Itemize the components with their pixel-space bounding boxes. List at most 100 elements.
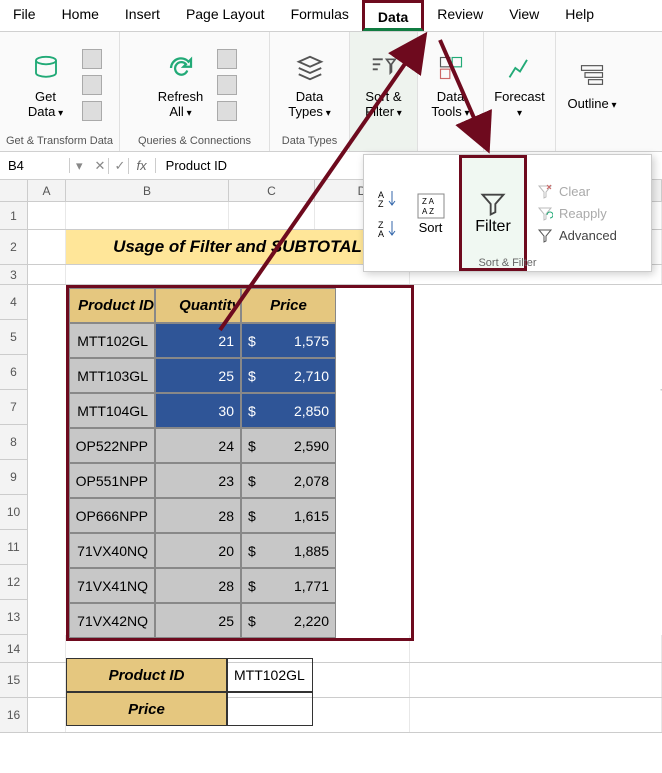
row-head[interactable]: 7	[0, 390, 28, 425]
cell-price[interactable]: $1,575	[241, 323, 336, 358]
table-row[interactable]: 71VX41NQ28$1,771	[69, 568, 411, 603]
advanced-button[interactable]: Advanced	[537, 227, 651, 243]
sort-desc-button[interactable]: ZA	[378, 218, 402, 238]
table-row[interactable]: OP551NPP23$2,078	[69, 463, 411, 498]
fx-icon[interactable]: fx	[129, 158, 155, 173]
row-head[interactable]: 14	[0, 635, 28, 662]
cancel-icon[interactable]: ✕	[89, 158, 109, 174]
table-row[interactable]: 71VX40NQ20$1,885	[69, 533, 411, 568]
cell-productid[interactable]: 71VX42NQ	[69, 603, 155, 638]
data-types-button[interactable]: Data Types	[282, 51, 338, 119]
th-price[interactable]: Price	[241, 288, 336, 323]
col-B[interactable]: B	[66, 180, 229, 201]
row-head[interactable]: 12	[0, 565, 28, 600]
menu-home[interactable]: Home	[49, 0, 112, 31]
cell-productid[interactable]: MTT102GL	[69, 323, 155, 358]
lookup-value-productid[interactable]: MTT102GL	[227, 658, 313, 692]
row-head[interactable]: 4	[0, 285, 28, 320]
cell-productid[interactable]: MTT104GL	[69, 393, 155, 428]
get-data-mini[interactable]	[82, 49, 102, 121]
row-head[interactable]: 1	[0, 202, 28, 229]
cell-price[interactable]: $1,885	[241, 533, 336, 568]
group-label: Queries & Connections	[138, 133, 251, 149]
col-C[interactable]: C	[229, 180, 315, 201]
cell-price[interactable]: $2,220	[241, 603, 336, 638]
row-head[interactable]: 6	[0, 355, 28, 390]
database-icon	[29, 51, 63, 85]
cell-quantity[interactable]: 25	[155, 358, 241, 393]
cell-price[interactable]: $2,590	[241, 428, 336, 463]
row-head[interactable]: 3	[0, 265, 28, 284]
cell-productid[interactable]: MTT103GL	[69, 358, 155, 393]
cell-price[interactable]: $1,615	[241, 498, 336, 533]
namebox-dropdown-icon[interactable]: ▾	[70, 158, 89, 174]
name-box[interactable]: B4	[0, 158, 70, 173]
cell-quantity[interactable]: 21	[155, 323, 241, 358]
menu-data[interactable]: Data	[362, 0, 424, 31]
table-row[interactable]: MTT102GL21$1,575	[69, 323, 411, 358]
reapply-button[interactable]: Reapply	[537, 205, 651, 221]
sort-filter-button[interactable]: Sort & Filter	[356, 51, 412, 119]
select-all[interactable]	[0, 180, 28, 201]
table-row[interactable]: MTT103GL25$2,710	[69, 358, 411, 393]
cell-quantity[interactable]: 25	[155, 603, 241, 638]
formula-value[interactable]: Product ID	[155, 158, 237, 173]
row-head[interactable]: 5	[0, 320, 28, 355]
cell-quantity[interactable]: 24	[155, 428, 241, 463]
refresh-icon	[164, 51, 198, 85]
sort-button[interactable]: Z AA Z Sort	[416, 192, 446, 235]
cell-price[interactable]: $2,710	[241, 358, 336, 393]
lookup-value-price[interactable]	[227, 692, 313, 726]
menu-help[interactable]: Help	[552, 0, 607, 31]
row-head[interactable]: 13	[0, 600, 28, 635]
sort-asc-button[interactable]: AZ	[378, 188, 402, 208]
row-head[interactable]: 8	[0, 425, 28, 460]
panel-caption: Sort & Filter	[478, 257, 536, 269]
menu-formulas[interactable]: Formulas	[278, 0, 362, 31]
refresh-all-button[interactable]: Refresh All	[153, 51, 209, 119]
refresh-mini[interactable]	[217, 49, 237, 121]
menu-insert[interactable]: Insert	[112, 0, 173, 31]
menu-pagelayout[interactable]: Page Layout	[173, 0, 278, 31]
table-row[interactable]: MTT104GL30$2,850	[69, 393, 411, 428]
col-A[interactable]: A	[28, 180, 66, 201]
svg-text:Z A: Z A	[422, 197, 435, 206]
sheet-title[interactable]: Usage of Filter and SUBTOTAL	[66, 230, 410, 264]
menu-view[interactable]: View	[496, 0, 552, 31]
cell-productid[interactable]: 71VX40NQ	[69, 533, 155, 568]
check-icon[interactable]: ✓	[109, 158, 129, 174]
row-head[interactable]: 16	[0, 698, 28, 732]
cell-price[interactable]: $2,078	[241, 463, 336, 498]
cell-productid[interactable]: OP522NPP	[69, 428, 155, 463]
table-header: Product ID Quantity Price	[69, 288, 411, 323]
forecast-button[interactable]: Forecast	[492, 51, 548, 119]
clear-button[interactable]: Clear	[537, 183, 651, 199]
menu-file[interactable]: File	[0, 0, 49, 31]
cell-productid[interactable]: OP551NPP	[69, 463, 155, 498]
stack-icon	[293, 51, 327, 85]
table-row[interactable]: OP666NPP28$1,615	[69, 498, 411, 533]
cell-quantity[interactable]: 28	[155, 498, 241, 533]
row-head[interactable]: 10	[0, 495, 28, 530]
data-tools-button[interactable]: Data Tools	[423, 51, 479, 119]
cell-price[interactable]: $1,771	[241, 568, 336, 603]
row-head[interactable]: 11	[0, 530, 28, 565]
th-quantity[interactable]: Quantity	[155, 288, 241, 323]
menu-review[interactable]: Review	[424, 0, 496, 31]
outline-button[interactable]: Outline	[564, 58, 620, 111]
cell-productid[interactable]: OP666NPP	[69, 498, 155, 533]
row-head[interactable]: 2	[0, 230, 28, 264]
row-head[interactable]: 9	[0, 460, 28, 495]
cell-quantity[interactable]: 28	[155, 568, 241, 603]
get-data-button[interactable]: Get Data	[18, 51, 74, 119]
table-row[interactable]: OP522NPP24$2,590	[69, 428, 411, 463]
cell-quantity[interactable]: 23	[155, 463, 241, 498]
cell-productid[interactable]: 71VX41NQ	[69, 568, 155, 603]
cell-quantity[interactable]: 30	[155, 393, 241, 428]
row-head[interactable]: 15	[0, 663, 28, 697]
th-product-id[interactable]: Product ID	[69, 288, 155, 323]
cell-quantity[interactable]: 20	[155, 533, 241, 568]
table-row[interactable]: 71VX42NQ25$2,220	[69, 603, 411, 638]
filter-button[interactable]: Filter	[459, 155, 527, 271]
cell-price[interactable]: $2,850	[241, 393, 336, 428]
